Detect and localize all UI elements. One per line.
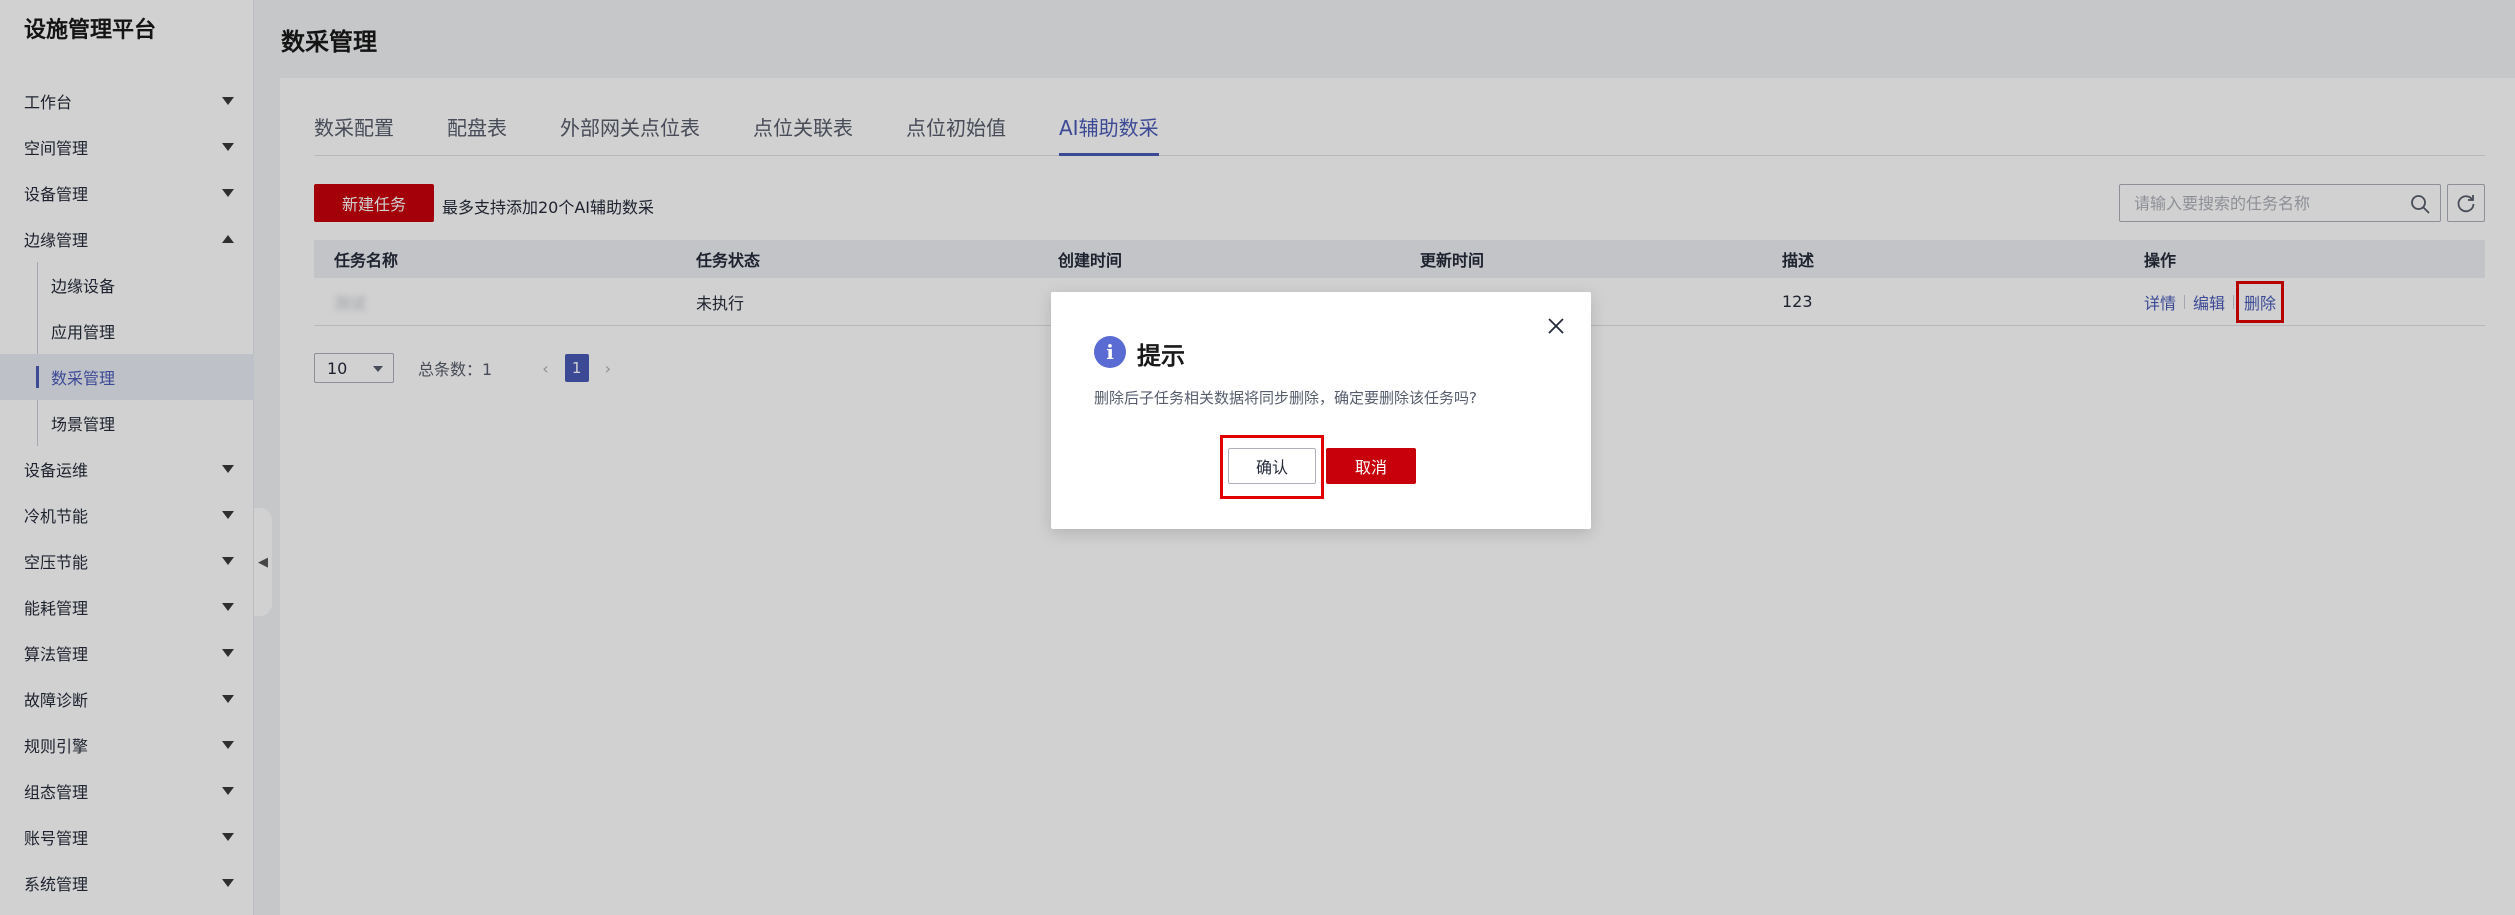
confirm-dialog: i 提示 删除后子任务相关数据将同步删除，确定要删除该任务吗? 确认 取消 [1051,292,1591,529]
cancel-button[interactable]: 取消 [1326,448,1416,484]
info-icon: i [1094,336,1126,368]
dialog-message: 删除后子任务相关数据将同步删除，确定要删除该任务吗? [1094,389,1477,407]
dialog-title: 提示 [1137,342,1185,370]
close-icon[interactable] [1547,317,1565,335]
confirm-button[interactable]: 确认 [1228,448,1316,484]
